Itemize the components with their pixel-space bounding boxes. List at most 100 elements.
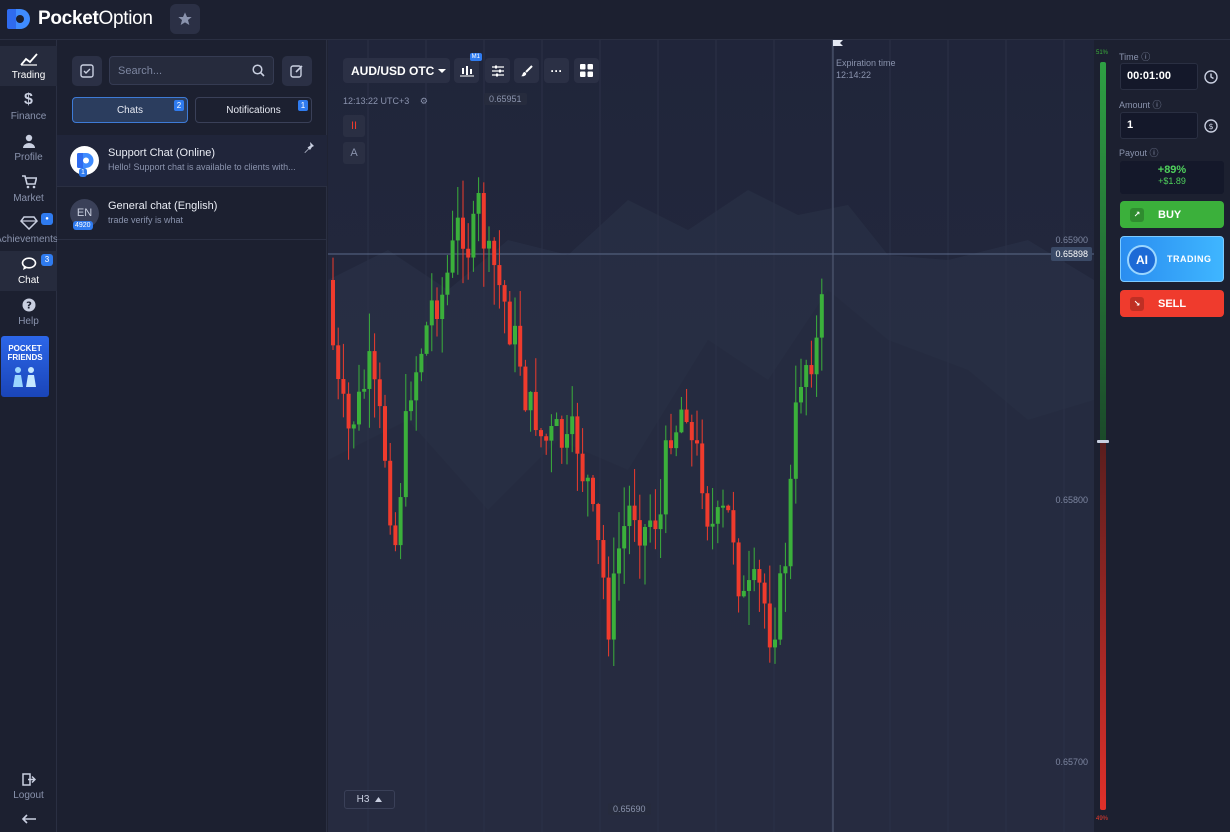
chat-search[interactable] (109, 56, 274, 85)
layout-button[interactable] (574, 58, 599, 83)
sentiment-up-percent: 51% (1096, 50, 1109, 56)
indicators-button[interactable] (485, 58, 510, 83)
candle-body (362, 388, 367, 392)
candle-body (471, 213, 476, 258)
amount-input[interactable]: 1 (1120, 112, 1198, 139)
select-chats-button[interactable] (72, 56, 102, 86)
clock-icon[interactable] (1201, 67, 1221, 87)
cart-icon (21, 175, 37, 189)
ai-trading-button[interactable]: AI TRADING (1120, 236, 1224, 282)
candle-body (331, 280, 335, 346)
nav-item-finance[interactable]: $ Finance (0, 87, 57, 127)
candle-body (643, 526, 647, 546)
diamond-icon (19, 216, 38, 230)
nav-item-chat[interactable]: Chat 3 (0, 251, 57, 291)
timeframe-selector[interactable]: H3 (344, 790, 395, 809)
nav-item-logout[interactable]: Logout (0, 766, 57, 806)
info-icon: ⓘ (1152, 100, 1162, 110)
info-icon: ⓘ (1141, 52, 1151, 62)
logo[interactable]: PocketOption (6, 6, 153, 32)
logout-icon (21, 772, 36, 786)
favorites-button[interactable] (170, 4, 200, 34)
new-chat-button[interactable] (282, 56, 312, 86)
candle-body (804, 365, 809, 388)
asset-label: AUD/USD OTC (351, 63, 435, 78)
nav-label: Market (13, 193, 44, 204)
expiration-title: Expiration time (836, 58, 896, 68)
collapse-nav-button[interactable] (0, 806, 57, 832)
candle-body (585, 477, 590, 482)
nav-label: Trading (11, 70, 46, 81)
candle-body (372, 351, 377, 380)
avatar-initials: EN (76, 207, 93, 219)
candle-body (799, 387, 803, 403)
gear-icon[interactable]: ⚙ (420, 96, 428, 106)
ai-trading-label: TRADING (1167, 254, 1212, 264)
candle-body (814, 337, 819, 375)
candle-body (757, 569, 762, 583)
chart-type-button[interactable]: M1 (454, 53, 482, 83)
text-tool-button[interactable]: A (343, 142, 365, 164)
candle-body (658, 514, 663, 530)
more-options-button[interactable]: ··· (544, 58, 569, 83)
candle-body (539, 430, 543, 437)
server-clock: 12:13:22 UTC+3 ⚙ (343, 96, 428, 107)
pin-icon[interactable] (303, 141, 315, 153)
timeframe-label: H3 (356, 794, 370, 805)
chat-icon (21, 257, 36, 270)
clock-text: 12:13:22 UTC+3 (343, 96, 410, 106)
nav-item-market[interactable]: Market (0, 169, 57, 209)
candle-body (414, 372, 419, 401)
arrow-left-icon (21, 814, 36, 824)
candle-body (518, 325, 523, 367)
search-input[interactable] (118, 63, 248, 79)
expiration-time: 12:14:22 (836, 70, 872, 80)
asset-selector[interactable]: AUD/USD OTC (343, 58, 450, 83)
candle-body (596, 504, 601, 541)
candle-body (357, 391, 361, 425)
candle-body (705, 493, 710, 527)
price-chart[interactable]: AUD/USD OTC M1 ··· 12:13:22 UTC+3 ⚙ 0.65… (328, 40, 1094, 832)
chat-item-support[interactable]: 1 Support Chat (Online) Hello! Support c… (57, 135, 327, 187)
candle-body (393, 525, 398, 546)
pocket-friends-banner[interactable]: POCKET FRIENDS (1, 336, 49, 397)
nav-item-profile[interactable]: Profile (0, 128, 57, 168)
candle-body (684, 409, 689, 423)
nav-item-help[interactable]: ? Help (0, 292, 57, 332)
pocket-option-logo-icon (7, 9, 30, 29)
chart-canvas[interactable] (328, 40, 1094, 832)
tab-badge: 1 (298, 100, 308, 111)
candle-body (351, 424, 356, 429)
avatar: EN 4920 (70, 199, 99, 230)
drawing-button[interactable] (514, 58, 539, 83)
candle-body (476, 193, 481, 214)
top-bar: PocketOption (0, 0, 1230, 40)
candle-body (653, 520, 658, 530)
candle-body (533, 391, 538, 431)
tab-chats[interactable]: Chats 2 (72, 97, 188, 123)
candle-body (450, 240, 455, 273)
chat-item-general[interactable]: EN 4920 General chat (English) trade ver… (57, 188, 327, 240)
sentiment-divider (1097, 440, 1109, 443)
tab-notifications[interactable]: Notifications 1 (195, 97, 312, 123)
svg-text:$: $ (1208, 122, 1213, 131)
time-input[interactable]: 00:01:00 (1120, 63, 1198, 90)
sell-button[interactable]: ↘ SELL (1120, 290, 1224, 317)
candle-body (700, 443, 705, 494)
nav-label: Profile (14, 152, 43, 163)
nav-item-achievements[interactable]: Achievements ● (0, 210, 58, 250)
candle-body (445, 272, 450, 295)
currency-icon[interactable]: $ (1201, 116, 1221, 136)
ai-badge: AI (1127, 245, 1157, 275)
pause-indicator-button[interactable]: II (343, 115, 365, 137)
tab-label: Notifications (226, 104, 281, 116)
candle-body (466, 248, 471, 258)
nav-item-trading[interactable]: Trading (0, 46, 57, 86)
buy-button[interactable]: ↗ BUY (1120, 201, 1224, 228)
candle-body (575, 416, 580, 454)
candle-body (663, 440, 668, 515)
nav-label: Help (18, 316, 39, 327)
candle-body (648, 520, 653, 527)
avatar-badge: 4920 (73, 221, 93, 230)
buy-label: BUY (1158, 208, 1182, 221)
